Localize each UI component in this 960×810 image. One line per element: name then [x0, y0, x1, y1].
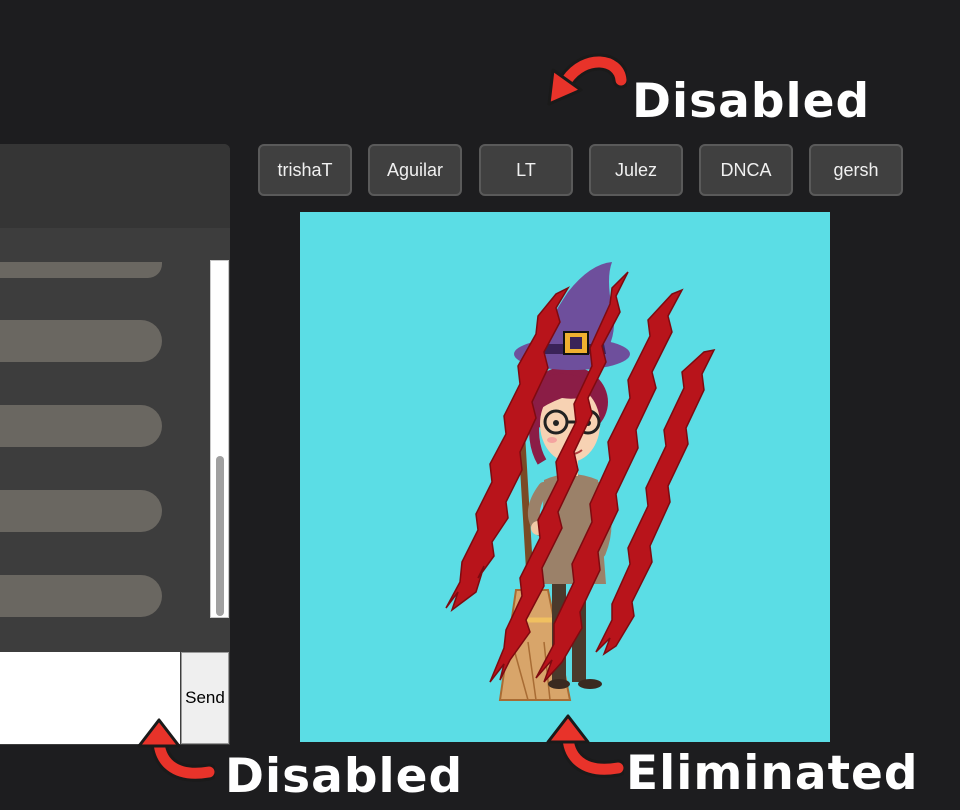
message-bubble — [0, 405, 162, 447]
message-bubble — [0, 320, 162, 362]
chat-scrollbar[interactable] — [210, 260, 229, 618]
curved-arrow-icon — [137, 718, 215, 782]
player-avatar-panel — [300, 212, 830, 742]
curved-arrow-icon — [546, 714, 624, 778]
message-bubble — [0, 490, 162, 532]
player-button-julez[interactable]: Julez — [589, 144, 683, 196]
player-button-aguilar[interactable]: Aguilar — [368, 144, 462, 196]
annotation-top-disabled: Disabled — [632, 74, 871, 129]
annotation-eliminated: Eliminated — [626, 746, 919, 801]
message-bubble — [0, 262, 162, 278]
annotation-bottom-disabled: Disabled — [225, 749, 464, 804]
player-button-gersh[interactable]: gersh — [809, 144, 903, 196]
player-button-trishat[interactable]: trishaT — [258, 144, 352, 196]
message-bubble — [0, 575, 162, 617]
claw-scratch-icon — [445, 271, 716, 683]
curved-arrow-icon — [547, 53, 627, 106]
player-button-dnca[interactable]: DNCA — [699, 144, 793, 196]
player-button-lt[interactable]: LT — [479, 144, 573, 196]
chat-header — [0, 144, 230, 228]
scrollbar-thumb[interactable] — [216, 456, 224, 616]
message-list — [0, 228, 210, 698]
